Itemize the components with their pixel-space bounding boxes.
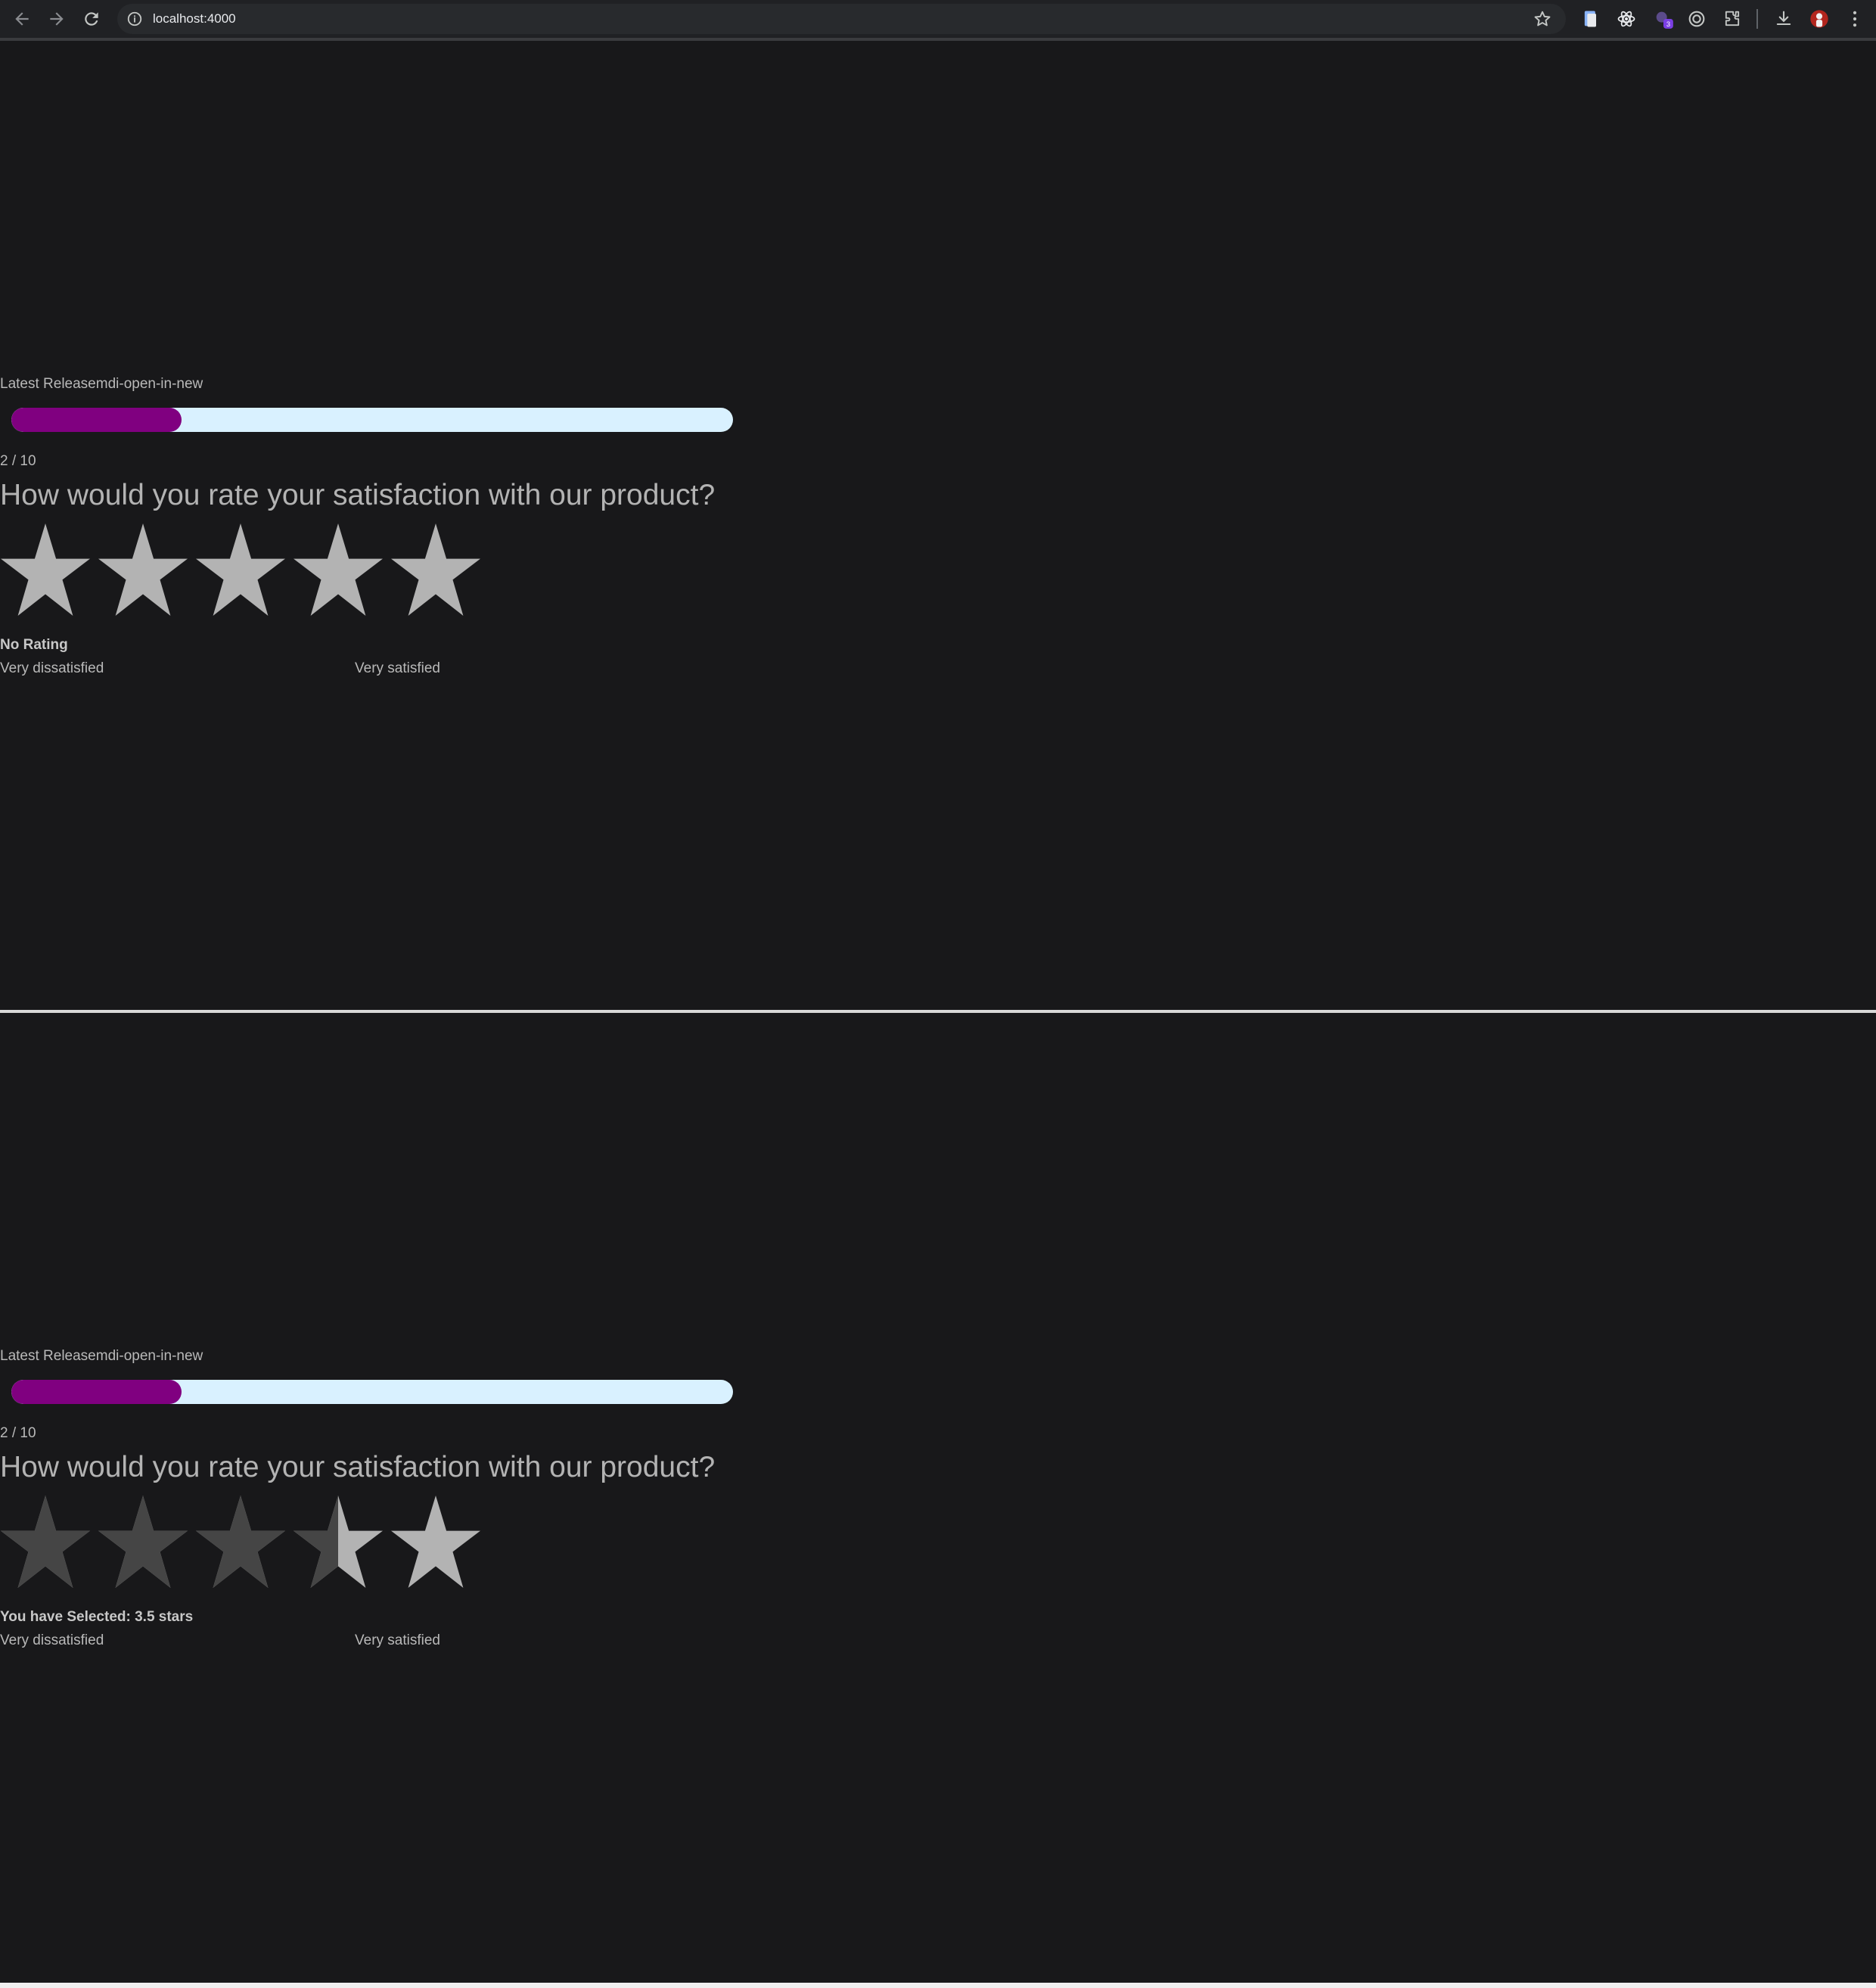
latest-release-link[interactable]: Latest Releasemdi-open-in-new — [0, 375, 203, 393]
star-icon — [1, 1496, 90, 1588]
extensions-puzzle-icon[interactable] — [1722, 8, 1743, 30]
star-icon — [196, 1496, 285, 1588]
progress-bar-fill — [11, 408, 182, 432]
survey-panel-initial: Latest Releasemdi-open-in-new 2 / 10 How… — [0, 41, 1876, 1011]
progress-bar — [11, 408, 733, 432]
star-icon — [294, 523, 383, 616]
url-text[interactable]: localhost:4000 — [153, 11, 236, 27]
question-text: How would you rate your satisfaction wit… — [0, 1451, 716, 1483]
back-button[interactable] — [9, 6, 35, 32]
star-3[interactable] — [195, 1494, 286, 1591]
extension-react-icon[interactable] — [1616, 8, 1637, 30]
star-1[interactable] — [0, 522, 91, 619]
progress-bar-fill — [11, 1380, 182, 1404]
extension-badge-icon[interactable]: 3 — [1653, 8, 1674, 30]
star-icon — [391, 1496, 480, 1588]
step-counter: 2 / 10 — [0, 453, 36, 469]
reload-icon — [85, 12, 98, 26]
browser-toolbar: localhost:4000 3 — [0, 0, 1876, 41]
bookmark-star-icon[interactable] — [1533, 9, 1552, 29]
site-info-icon[interactable] — [126, 11, 143, 27]
extension-target-icon[interactable] — [1686, 8, 1707, 30]
toolbar-divider — [1756, 9, 1758, 29]
rating-status: You have Selected: 3.5 stars — [0, 1609, 194, 1625]
star-icon — [98, 1496, 188, 1588]
reload-button[interactable] — [79, 6, 104, 32]
extension-badge-count: 3 — [1666, 20, 1670, 28]
step-counter: 2 / 10 — [0, 1425, 36, 1441]
extension-document-icon[interactable] — [1580, 8, 1601, 30]
star-icon — [196, 523, 285, 616]
latest-release-link[interactable]: Latest Releasemdi-open-in-new — [0, 1347, 203, 1365]
progress-bar — [11, 1380, 733, 1404]
forward-button[interactable] — [44, 6, 70, 32]
star-5[interactable] — [390, 1494, 481, 1591]
menu-kebab-icon[interactable] — [1844, 8, 1865, 30]
star-rating[interactable] — [0, 1494, 488, 1592]
star-icon — [391, 523, 480, 616]
address-bar[interactable]: localhost:4000 — [117, 4, 1566, 34]
high-end-label: Very satisfied — [355, 1632, 440, 1648]
high-end-label: Very satisfied — [355, 660, 440, 676]
survey-panel-selected: Latest Releasemdi-open-in-new 2 / 10 How… — [0, 1013, 1876, 1983]
arrow-right-icon — [50, 12, 64, 26]
star-4[interactable] — [293, 1494, 384, 1591]
star-3[interactable] — [195, 522, 286, 619]
bottom-edge — [0, 1983, 1876, 1988]
star-icon — [1, 523, 90, 616]
low-end-label: Very dissatisfied — [0, 1632, 104, 1648]
low-end-label: Very dissatisfied — [0, 660, 104, 676]
star-rating[interactable] — [0, 522, 488, 620]
star-2[interactable] — [98, 522, 188, 619]
profile-avatar-icon[interactable] — [1809, 8, 1830, 30]
arrow-left-icon — [15, 12, 29, 26]
star-5[interactable] — [390, 522, 481, 619]
rating-status: No Rating — [0, 637, 68, 653]
star-icon — [98, 523, 188, 616]
star-1[interactable] — [0, 1494, 91, 1591]
question-text: How would you rate your satisfaction wit… — [0, 479, 716, 511]
download-icon[interactable] — [1773, 8, 1794, 30]
star-2[interactable] — [98, 1494, 188, 1591]
star-4[interactable] — [293, 522, 384, 619]
star-icon — [294, 1496, 383, 1588]
